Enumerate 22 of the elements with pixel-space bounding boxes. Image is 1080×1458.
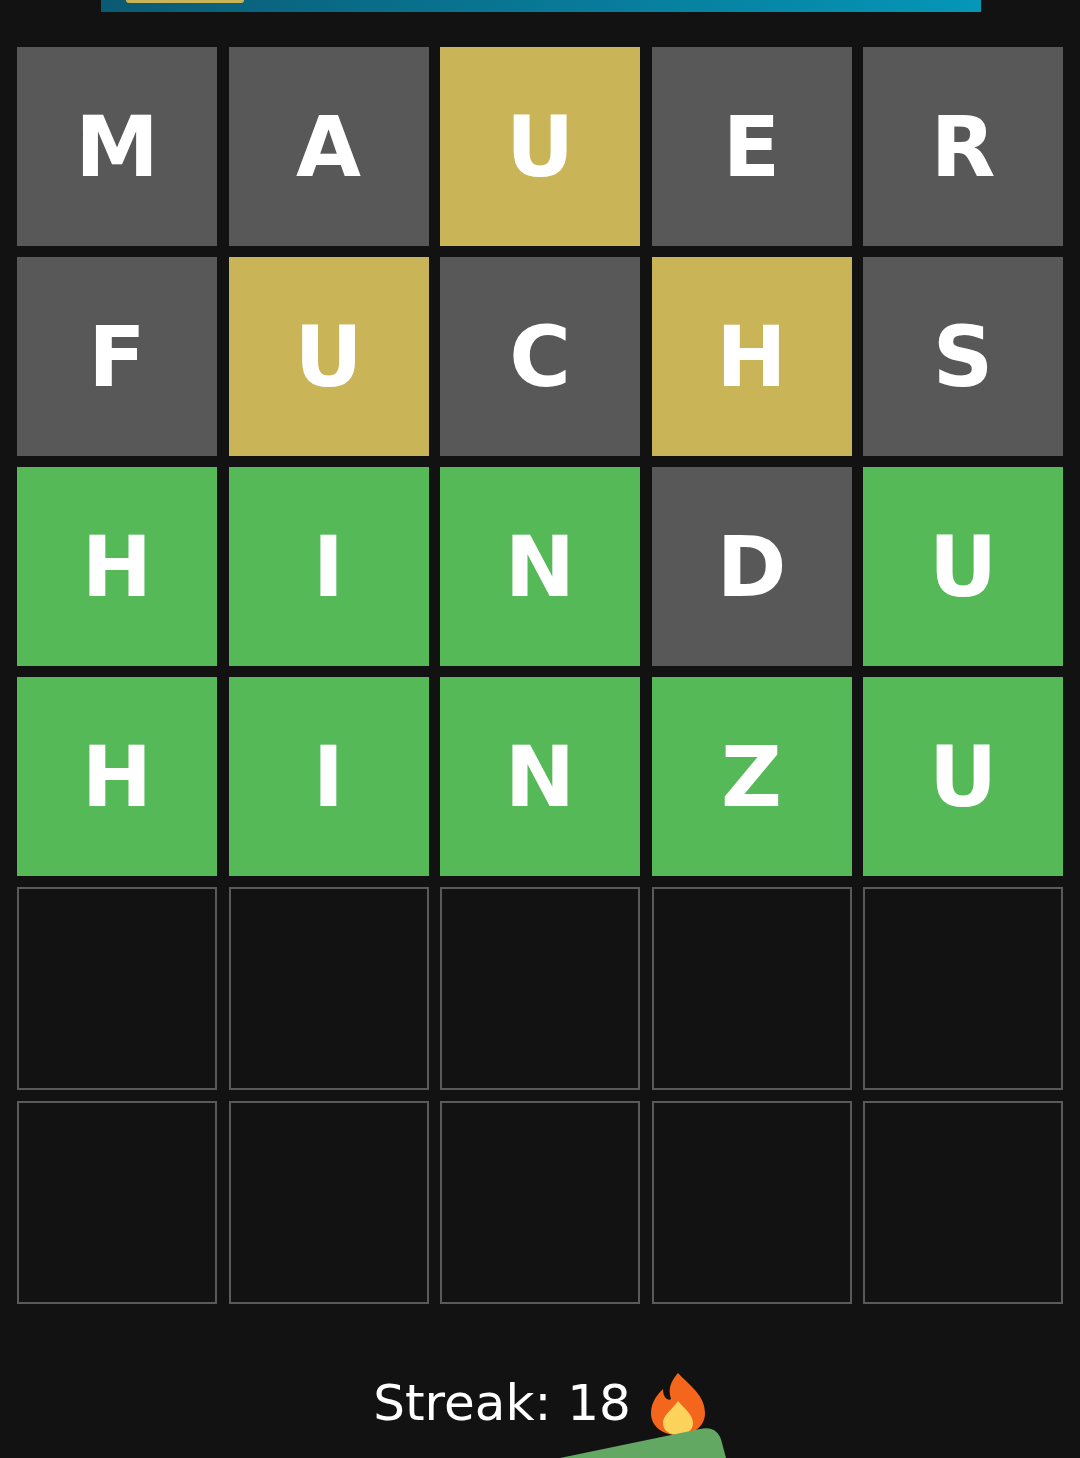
letter-tile: D [651,467,852,666]
letter-tile: I [228,677,429,876]
letter-tile: I [228,467,429,666]
letter-tile: N [440,467,640,666]
banner[interactable] [101,0,981,12]
letter-tile: U [863,677,1063,876]
letter-tile: H [17,677,217,876]
letter-tile: A [228,47,429,246]
letter-tile: U [863,467,1063,666]
letter-tile: R [863,47,1063,246]
letter-tile: U [440,47,640,246]
letter-tile: M [17,47,217,246]
letter-tile: U [228,257,429,456]
letter-tile: H [17,467,217,666]
letter-tile: H [651,257,852,456]
letter-tile: S [863,257,1063,456]
letter-tile: Z [651,677,852,876]
streak-counter: Streak: 18 [373,1373,631,1434]
letter-tile: N [440,677,640,876]
letter-tile: F [17,257,217,456]
letter-tile: E [651,47,852,246]
letter-tile: C [440,257,640,456]
